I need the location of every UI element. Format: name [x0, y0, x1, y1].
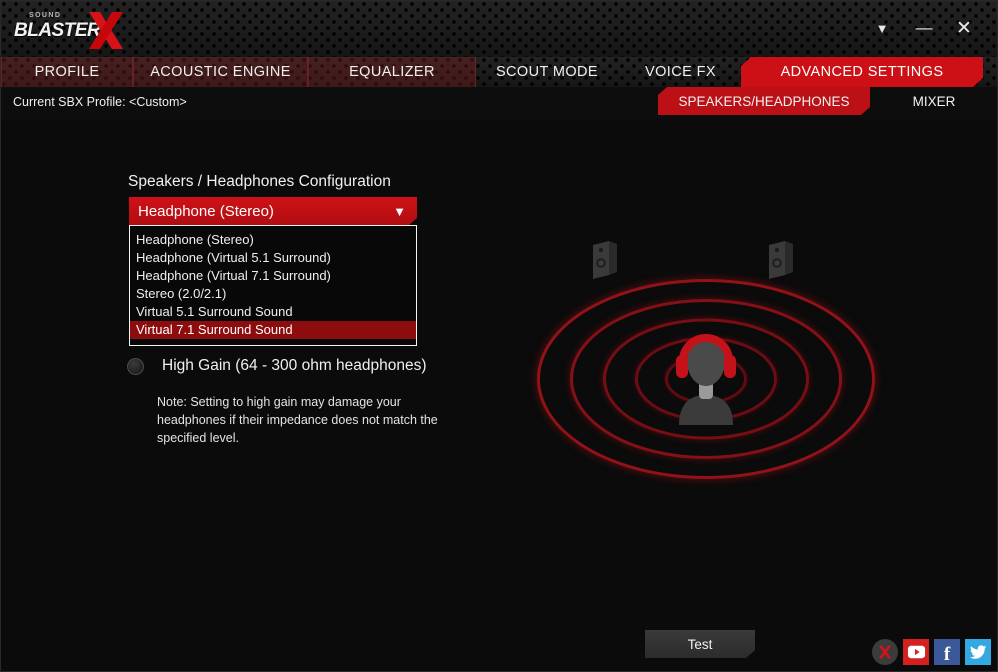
dropdown-option[interactable]: Headphone (Virtual 5.1 Surround) — [130, 249, 416, 267]
x-logo-icon — [89, 12, 123, 49]
dropdown-option-highlighted[interactable]: Virtual 7.1 Surround Sound — [130, 321, 416, 339]
tab-equalizer[interactable]: EQUALIZER — [308, 57, 476, 87]
configuration-section-label: Speakers / Headphones Configuration — [128, 173, 391, 190]
subtab-mixer[interactable]: MIXER — [891, 87, 977, 115]
tab-voice-fx[interactable]: VOICE FX — [618, 57, 743, 87]
facebook-icon[interactable]: f — [934, 639, 960, 665]
youtube-icon[interactable] — [903, 639, 929, 665]
close-icon[interactable]: ✕ — [947, 13, 981, 43]
speaker-config-dropdown-list[interactable]: Headphone (Stereo) Headphone (Virtual 5.… — [129, 225, 417, 346]
dropdown-option[interactable]: Headphone (Virtual 7.1 Surround) — [130, 267, 416, 285]
title-bar: SOUND BLASTER ▼ — ✕ — [1, 1, 997, 57]
logo-sound-text: SOUND — [29, 12, 62, 19]
main-tab-bar: PROFILE ACOUSTIC ENGINE EQUALIZER SCOUT … — [1, 57, 997, 87]
profile-and-subtab-bar: Current SBX Profile: <Custom> SPEAKERS/H… — [1, 87, 997, 119]
tab-scout-mode[interactable]: SCOUT MODE — [476, 57, 618, 87]
twitter-bird-icon — [969, 645, 986, 659]
dropdown-option[interactable]: Stereo (2.0/2.1) — [130, 285, 416, 303]
high-gain-label: High Gain (64 - 300 ohm headphones) — [162, 357, 427, 374]
dropdown-option[interactable]: Headphone (Stereo) — [130, 231, 416, 249]
speaker-icon — [769, 241, 793, 279]
chevron-down-icon: ▼ — [393, 203, 406, 219]
test-button[interactable]: Test — [645, 630, 755, 658]
dropdown-option[interactable]: Virtual 5.1 Surround Sound — [130, 303, 416, 321]
speaker-icon — [593, 241, 617, 279]
tab-acoustic-engine[interactable]: ACOUSTIC ENGINE — [133, 57, 308, 87]
youtube-glyph-icon — [907, 645, 925, 659]
tab-profile[interactable]: PROFILE — [1, 57, 133, 87]
dropdown-selected-value: Headphone (Stereo) — [138, 202, 274, 220]
facebook-glyph-icon: f — [943, 643, 951, 665]
soundblasterx-icon[interactable] — [872, 639, 898, 665]
x-glyph-icon — [878, 645, 892, 659]
app-logo: SOUND BLASTER — [9, 9, 124, 51]
content-area: Speakers / Headphones Configuration S e … — [1, 119, 997, 671]
listener-with-headphones-icon — [676, 334, 736, 425]
chevron-down-icon[interactable]: ▼ — [865, 13, 899, 43]
surround-visualization — [521, 219, 891, 539]
tab-advanced-settings[interactable]: ADVANCED SETTINGS — [741, 57, 983, 87]
high-gain-radio-button[interactable] — [127, 357, 144, 375]
sound-blaster-window: SOUND BLASTER ▼ — ✕ PROFILE ACOUSTIC ENG… — [0, 0, 998, 672]
twitter-icon[interactable] — [965, 639, 991, 665]
current-profile-label: Current SBX Profile: <Custom> — [13, 95, 187, 109]
speaker-config-dropdown[interactable]: Headphone (Stereo) ▼ — [129, 197, 417, 225]
social-links: f — [872, 639, 991, 665]
minimize-icon[interactable]: — — [907, 13, 941, 43]
high-gain-note: Note: Setting to high gain may damage yo… — [157, 395, 438, 445]
high-gain-option[interactable]: High Gain (64 - 300 ohm headphones) — [127, 357, 427, 375]
subtab-speakers-headphones[interactable]: SPEAKERS/HEADPHONES — [658, 87, 870, 115]
